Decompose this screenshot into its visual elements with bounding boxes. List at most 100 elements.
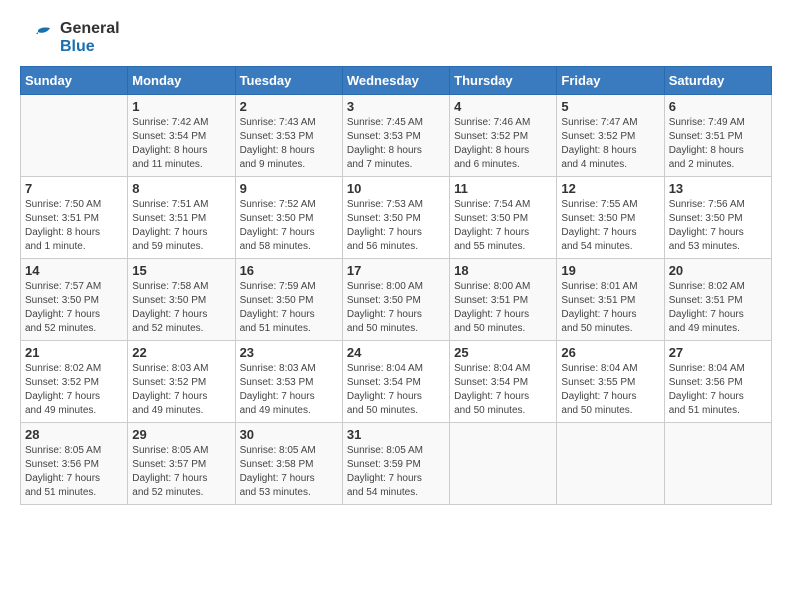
cell-info: Sunrise: 7:55 AM Sunset: 3:50 PM Dayligh… (561, 198, 659, 254)
calendar-cell: 15 Sunrise: 7:58 AM Sunset: 3:50 PM Dayli… (128, 259, 235, 341)
day-number: 23 (240, 345, 338, 360)
calendar-week-row: 7Sunrise: 7:50 AM Sunset: 3:51 PM Daylig… (21, 177, 772, 259)
day-number: 2 (240, 99, 338, 114)
day-number: 26 (561, 345, 659, 360)
calendar-week-row: 28 Sunrise: 8:05 AM Sunset: 3:56 PM Dayli… (21, 423, 772, 505)
calendar-cell: 28 Sunrise: 8:05 AM Sunset: 3:56 PM Dayli… (21, 423, 128, 505)
calendar-cell: 25 Sunrise: 8:04 AM Sunset: 3:54 PM Dayli… (450, 341, 557, 423)
calendar-cell: 1Sunrise: 7:42 AM Sunset: 3:54 PM Daylig… (128, 95, 235, 177)
cell-info: Sunrise: 8:04 AM Sunset: 3:55 PM Dayligh… (561, 362, 659, 418)
day-number: 6 (669, 99, 767, 114)
day-number: 30 (240, 427, 338, 442)
logo: General Blue (20, 20, 120, 56)
calendar-week-row: 1Sunrise: 7:42 AM Sunset: 3:54 PM Daylig… (21, 95, 772, 177)
cell-info: Sunrise: 7:56 AM Sunset: 3:50 PM Dayligh… (669, 198, 767, 254)
cell-info: Sunrise: 7:45 AM Sunset: 3:53 PM Dayligh… (347, 116, 445, 172)
cell-info: Sunrise: 7:51 AM Sunset: 3:51 PM Dayligh… (132, 198, 230, 254)
day-of-week-header: Sunday (21, 67, 128, 95)
calendar-cell: 14 Sunrise: 7:57 AM Sunset: 3:50 PM Dayli… (21, 259, 128, 341)
calendar-cell: 8 Sunrise: 7:51 AM Sunset: 3:51 PM Daylig… (128, 177, 235, 259)
cell-info: Sunrise: 7:59 AM Sunset: 3:50 PM Dayligh… (240, 280, 338, 336)
day-of-week-header: Thursday (450, 67, 557, 95)
calendar-cell: 7Sunrise: 7:50 AM Sunset: 3:51 PM Daylig… (21, 177, 128, 259)
calendar-cell: 19Sunrise: 8:01 AM Sunset: 3:51 PM Dayli… (557, 259, 664, 341)
calendar-header-row: SundayMondayTuesdayWednesdayThursdayFrid… (21, 67, 772, 95)
day-number: 27 (669, 345, 767, 360)
day-number: 25 (454, 345, 552, 360)
day-number: 16 (240, 263, 338, 278)
day-of-week-header: Friday (557, 67, 664, 95)
cell-info: Sunrise: 8:04 AM Sunset: 3:54 PM Dayligh… (454, 362, 552, 418)
cell-info: Sunrise: 8:03 AM Sunset: 3:52 PM Dayligh… (132, 362, 230, 418)
calendar-cell: 13 Sunrise: 7:56 AM Sunset: 3:50 PM Dayli… (664, 177, 771, 259)
day-number: 11 (454, 181, 552, 196)
cell-info: Sunrise: 7:47 AM Sunset: 3:52 PM Dayligh… (561, 116, 659, 172)
calendar-cell: 18Sunrise: 8:00 AM Sunset: 3:51 PM Dayli… (450, 259, 557, 341)
calendar-cell: 21Sunrise: 8:02 AM Sunset: 3:52 PM Dayli… (21, 341, 128, 423)
day-number: 12 (561, 181, 659, 196)
cell-info: Sunrise: 7:46 AM Sunset: 3:52 PM Dayligh… (454, 116, 552, 172)
calendar-cell (664, 423, 771, 505)
cell-info: Sunrise: 8:02 AM Sunset: 3:51 PM Dayligh… (669, 280, 767, 336)
calendar-cell (450, 423, 557, 505)
cell-info: Sunrise: 8:01 AM Sunset: 3:51 PM Dayligh… (561, 280, 659, 336)
cell-info: Sunrise: 8:00 AM Sunset: 3:50 PM Dayligh… (347, 280, 445, 336)
logo-text-general: General (60, 20, 120, 37)
calendar-week-row: 21Sunrise: 8:02 AM Sunset: 3:52 PM Dayli… (21, 341, 772, 423)
calendar-table: SundayMondayTuesdayWednesdayThursdayFrid… (20, 66, 772, 505)
calendar-cell: 20 Sunrise: 8:02 AM Sunset: 3:51 PM Dayli… (664, 259, 771, 341)
calendar-cell: 22 Sunrise: 8:03 AM Sunset: 3:52 PM Dayli… (128, 341, 235, 423)
day-number: 28 (25, 427, 123, 442)
cell-info: Sunrise: 7:57 AM Sunset: 3:50 PM Dayligh… (25, 280, 123, 336)
cell-info: Sunrise: 8:04 AM Sunset: 3:54 PM Dayligh… (347, 362, 445, 418)
cell-info: Sunrise: 8:05 AM Sunset: 3:57 PM Dayligh… (132, 444, 230, 500)
calendar-cell: 30 Sunrise: 8:05 AM Sunset: 3:58 PM Dayli… (235, 423, 342, 505)
day-of-week-header: Tuesday (235, 67, 342, 95)
day-number: 9 (240, 181, 338, 196)
day-number: 14 (25, 263, 123, 278)
calendar-cell (21, 95, 128, 177)
cell-info: Sunrise: 8:03 AM Sunset: 3:53 PM Dayligh… (240, 362, 338, 418)
cell-info: Sunrise: 8:05 AM Sunset: 3:58 PM Dayligh… (240, 444, 338, 500)
day-number: 31 (347, 427, 445, 442)
cell-info: Sunrise: 8:04 AM Sunset: 3:56 PM Dayligh… (669, 362, 767, 418)
calendar-cell: 31 Sunrise: 8:05 AM Sunset: 3:59 PM Dayli… (342, 423, 449, 505)
day-of-week-header: Wednesday (342, 67, 449, 95)
logo-text-blue: Blue (60, 38, 95, 55)
calendar-cell: 6 Sunrise: 7:49 AM Sunset: 3:51 PM Daylig… (664, 95, 771, 177)
calendar-cell: 4Sunrise: 7:46 AM Sunset: 3:52 PM Daylig… (450, 95, 557, 177)
cell-info: Sunrise: 7:43 AM Sunset: 3:53 PM Dayligh… (240, 116, 338, 172)
calendar-cell: 29Sunrise: 8:05 AM Sunset: 3:57 PM Dayli… (128, 423, 235, 505)
day-number: 8 (132, 181, 230, 196)
cell-info: Sunrise: 8:05 AM Sunset: 3:56 PM Dayligh… (25, 444, 123, 500)
calendar-cell: 11 Sunrise: 7:54 AM Sunset: 3:50 PM Dayli… (450, 177, 557, 259)
day-number: 15 (132, 263, 230, 278)
day-number: 7 (25, 181, 123, 196)
cell-info: Sunrise: 7:52 AM Sunset: 3:50 PM Dayligh… (240, 198, 338, 254)
cell-info: Sunrise: 8:00 AM Sunset: 3:51 PM Dayligh… (454, 280, 552, 336)
day-number: 20 (669, 263, 767, 278)
calendar-cell: 10Sunrise: 7:53 AM Sunset: 3:50 PM Dayli… (342, 177, 449, 259)
header: General Blue (20, 20, 772, 56)
cell-info: Sunrise: 7:53 AM Sunset: 3:50 PM Dayligh… (347, 198, 445, 254)
calendar-cell (557, 423, 664, 505)
day-number: 5 (561, 99, 659, 114)
calendar-week-row: 14 Sunrise: 7:57 AM Sunset: 3:50 PM Dayli… (21, 259, 772, 341)
calendar-cell: 5 Sunrise: 7:47 AM Sunset: 3:52 PM Daylig… (557, 95, 664, 177)
cell-info: Sunrise: 7:58 AM Sunset: 3:50 PM Dayligh… (132, 280, 230, 336)
day-number: 17 (347, 263, 445, 278)
day-number: 3 (347, 99, 445, 114)
cell-info: Sunrise: 7:54 AM Sunset: 3:50 PM Dayligh… (454, 198, 552, 254)
day-number: 1 (132, 99, 230, 114)
day-number: 13 (669, 181, 767, 196)
cell-info: Sunrise: 7:49 AM Sunset: 3:51 PM Dayligh… (669, 116, 767, 172)
calendar-cell: 3 Sunrise: 7:45 AM Sunset: 3:53 PM Daylig… (342, 95, 449, 177)
calendar-cell: 17 Sunrise: 8:00 AM Sunset: 3:50 PM Dayli… (342, 259, 449, 341)
day-number: 22 (132, 345, 230, 360)
day-of-week-header: Saturday (664, 67, 771, 95)
cell-info: Sunrise: 8:02 AM Sunset: 3:52 PM Dayligh… (25, 362, 123, 418)
cell-info: Sunrise: 8:05 AM Sunset: 3:59 PM Dayligh… (347, 444, 445, 500)
calendar-cell: 9 Sunrise: 7:52 AM Sunset: 3:50 PM Daylig… (235, 177, 342, 259)
day-number: 24 (347, 345, 445, 360)
logo-bird-icon (20, 20, 56, 56)
